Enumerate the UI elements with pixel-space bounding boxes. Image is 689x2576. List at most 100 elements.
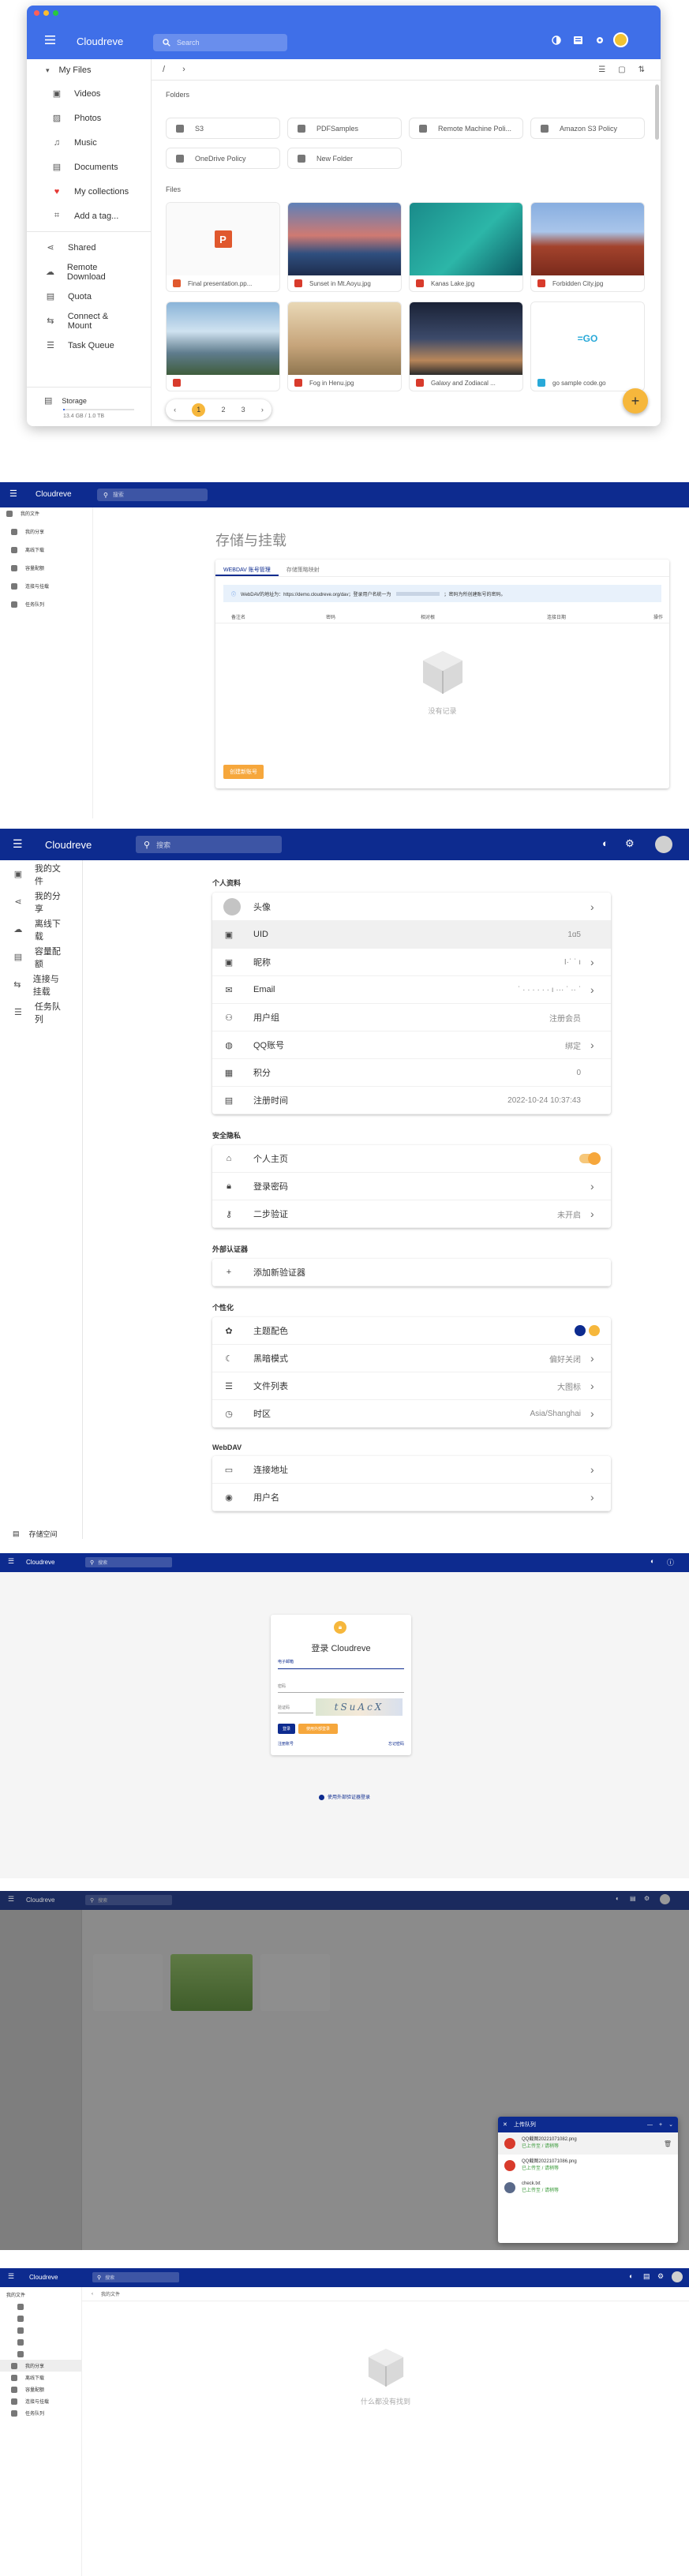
sidebar-item-remote-download[interactable]: ☁ Remote Download xyxy=(27,260,151,284)
dark-mode-row[interactable]: ☾ 黑暗模式 偏好关闭 › xyxy=(212,1345,611,1372)
breadcrumb-root[interactable]: / xyxy=(163,65,165,74)
sidebar-item-collections[interactable]: ♥ My collections xyxy=(27,179,151,204)
next-page-button[interactable]: › xyxy=(261,406,264,414)
search-input[interactable]: 搜索 xyxy=(113,491,124,499)
menu-icon[interactable]: ☰ xyxy=(9,489,17,499)
passkey-login[interactable]: 使用外部验证器登录 xyxy=(0,1793,689,1800)
theme-icon[interactable]: ◐ xyxy=(616,1895,620,1902)
sidebar-item-documents[interactable] xyxy=(0,2336,81,2348)
password-row[interactable]: 🔒︎ 登录密码 › xyxy=(212,1173,611,1200)
file-card[interactable]: =GO go sample code.go xyxy=(530,301,645,391)
sort-icon[interactable]: ⇅ xyxy=(638,66,645,74)
search-input[interactable]: 搜索 xyxy=(105,2274,114,2281)
folder-item[interactable]: Remote Machine Poli... xyxy=(409,118,523,139)
menu-icon[interactable]: ☰ xyxy=(13,837,23,851)
queue-item[interactable]: QQ截图20221071082.png 已上传至 / 请稍等 🗑︎ xyxy=(498,2132,678,2155)
sidebar-item-documents[interactable]: ▤ Documents xyxy=(27,155,151,179)
search-bar[interactable]: ⚲ 搜索 xyxy=(97,489,208,501)
sidebar-item-photos[interactable] xyxy=(0,2312,81,2324)
minimize-dot[interactable] xyxy=(43,10,49,16)
sidebar-item-photos[interactable]: ▨ Photos xyxy=(27,106,151,130)
sidebar-item-shared[interactable]: ⋖ Shared xyxy=(27,235,151,260)
homepage-toggle[interactable] xyxy=(579,1152,601,1165)
queue-item[interactable]: QQ截图20221071086.png 已上传至 / 请稍等 xyxy=(498,2155,678,2177)
sidebar-item-my-files[interactable]: 我的文件 xyxy=(0,2289,81,2301)
add-authenticator-row[interactable]: + 添加新验证器 xyxy=(212,1259,611,1286)
file-card[interactable]: Galaxy and Zodiacal ... xyxy=(409,301,523,391)
sidebar-item-offline-download[interactable]: 离线下载 xyxy=(0,2372,81,2383)
gear-icon[interactable]: ⚙ xyxy=(625,837,635,850)
theme-swatch-amber[interactable] xyxy=(589,1325,600,1336)
sidebar-item-connect[interactable]: ⇆ Connect & Mount xyxy=(27,309,151,333)
sidebar-item-shares[interactable]: 我的分享 xyxy=(0,526,92,537)
search-bar[interactable]: ⚲ 搜索 xyxy=(85,1557,172,1567)
sidebar-item-videos[interactable] xyxy=(0,2301,81,2312)
search-bar[interactable]: ⚲ 搜索 xyxy=(136,836,282,853)
menu-icon[interactable] xyxy=(45,36,55,44)
file-card[interactable]: Fog in Henu.jpg xyxy=(287,301,402,391)
folder-item[interactable]: Amazon S3 Policy xyxy=(530,118,645,139)
password-field[interactable] xyxy=(278,1692,404,1693)
captcha-image[interactable]: tSuAcX xyxy=(316,1698,403,1716)
sidebar-item-quota[interactable]: ▤ 容量配额 xyxy=(0,943,82,971)
gear-icon[interactable]: ⚙ xyxy=(644,1895,650,1902)
forgot-password-link[interactable]: 忘记密码 xyxy=(388,1741,404,1747)
storage-icon[interactable]: ▤ xyxy=(630,1895,636,1902)
back-icon[interactable]: ‹ xyxy=(92,2292,93,2297)
storage-icon[interactable]: ▤ xyxy=(643,2272,650,2281)
avatar[interactable] xyxy=(660,1894,670,1904)
close-icon[interactable]: ✕ xyxy=(503,2121,507,2128)
email-field[interactable] xyxy=(278,1668,404,1669)
page-1[interactable]: 1 xyxy=(192,402,206,417)
sidebar-item-offline-download[interactable]: 离线下载 xyxy=(0,544,92,556)
folder-item[interactable]: New Folder xyxy=(287,148,402,169)
file-card[interactable] xyxy=(166,301,280,391)
email-row[interactable]: ✉ Email ˈ · · · · · · ı ··· ˈ ·· ˈ › xyxy=(212,976,611,1004)
page-2[interactable]: 2 xyxy=(221,406,225,414)
close-dot[interactable] xyxy=(34,10,39,16)
theme-swatch-blue[interactable] xyxy=(575,1325,586,1336)
breadcrumb[interactable]: 我的文件 xyxy=(101,2290,120,2297)
file-card[interactable]: Sunset in Mt.Aoyu.jpg xyxy=(287,202,402,292)
webdav-url-row[interactable]: ▭ 连接地址 › xyxy=(212,1456,611,1484)
tab-webdav-accounts[interactable]: WEBDAV 账号管理 xyxy=(215,560,279,576)
maximize-dot[interactable] xyxy=(53,10,58,16)
storage-icon[interactable] xyxy=(573,36,583,45)
sidebar-item-add-tag[interactable] xyxy=(0,2348,81,2360)
sidebar-item-task-queue[interactable]: ☰ 任务队列 xyxy=(0,998,82,1026)
queue-item[interactable]: check.txt 已上传至 / 请稍等 xyxy=(498,2177,678,2199)
sidebar-item-shares[interactable]: 我的分享 xyxy=(0,2360,81,2372)
menu-icon[interactable]: ☰ xyxy=(8,1895,14,1904)
folder-item[interactable]: S3 xyxy=(166,118,280,139)
chevron-right-icon[interactable]: › xyxy=(182,65,185,74)
avatar[interactable] xyxy=(672,2271,683,2282)
sidebar-item-task-queue[interactable]: 任务队列 xyxy=(0,2407,81,2419)
theme-icon[interactable]: ◐ xyxy=(602,837,608,849)
avatar[interactable] xyxy=(655,836,672,853)
search-input[interactable]: Search xyxy=(177,39,200,47)
login-button[interactable]: 登录 xyxy=(278,1724,295,1734)
scrollbar[interactable] xyxy=(655,84,659,140)
gear-icon[interactable] xyxy=(595,36,605,45)
sidebar-item-offline-download[interactable]: ☁ 离线下载 xyxy=(0,915,82,943)
search-bar[interactable]: ⚲ 搜索 xyxy=(92,2272,179,2282)
search-input[interactable]: 搜索 xyxy=(98,1896,107,1904)
sidebar-item-connect[interactable]: 连接与挂载 xyxy=(0,580,92,592)
file-card[interactable]: P Final presentation.pp... xyxy=(166,202,280,292)
sidebar-item-task-queue[interactable]: ☰ Task Queue xyxy=(27,333,151,358)
file-card[interactable]: Forbidden City.jpg xyxy=(530,202,645,292)
sidebar-item-connect[interactable]: 连接与挂载 xyxy=(0,2395,81,2407)
minimize-icon[interactable]: — xyxy=(647,2122,653,2128)
info-icon[interactable]: ⓘ xyxy=(667,1557,674,1567)
search-input[interactable]: 搜索 xyxy=(98,1559,107,1566)
folder-item[interactable]: PDFSamples xyxy=(287,118,402,139)
sidebar-item-shares[interactable]: ⋖ 我的分享 xyxy=(0,888,82,915)
avatar-row[interactable]: 头像 › xyxy=(212,893,611,921)
file-card[interactable]: Kanas Lake.jpg xyxy=(409,202,523,292)
qq-row[interactable]: ◍ QQ账号 绑定 › xyxy=(212,1032,611,1059)
2fa-row[interactable]: ⚷ 二步验证 未开启 › xyxy=(212,1200,611,1228)
sidebar-item-music[interactable] xyxy=(0,2324,81,2336)
sidebar-item-videos[interactable]: ▣ Videos xyxy=(27,81,151,106)
sidebar-item-music[interactable]: ♫ Music xyxy=(27,130,151,155)
search-input[interactable]: 搜索 xyxy=(156,840,170,850)
